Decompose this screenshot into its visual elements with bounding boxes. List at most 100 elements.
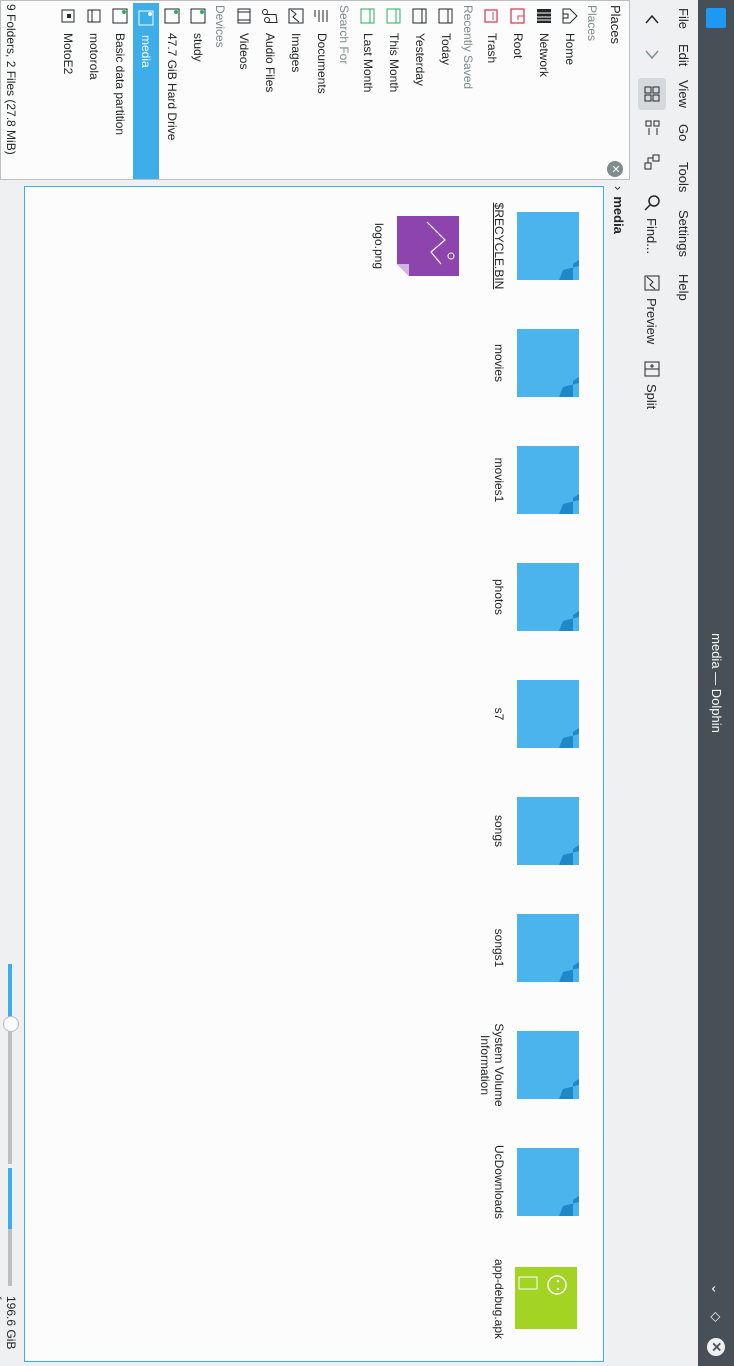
status-bar: 9 Folders, 2 Files (27.8 MiB) 196.6 GiB … (0, 0, 22, 1366)
folder-item[interactable]: movies (492, 305, 587, 421)
menu-bar: File Edit View Go Tools Settings Help (670, 0, 698, 1366)
preview-label: Preview (644, 298, 660, 345)
search-videos[interactable]: Videos (231, 1, 257, 179)
preview-button[interactable]: Preview (638, 274, 666, 344)
search-icon (644, 195, 660, 211)
place-root[interactable]: Root (505, 1, 531, 179)
recent-label: Last Month (361, 33, 375, 93)
folder-icon (517, 797, 579, 865)
breadcrumb-arrow-icon[interactable]: › (612, 186, 627, 190)
menu-tools[interactable]: Tools (676, 162, 691, 192)
image-file-item[interactable]: logo.png (372, 188, 467, 304)
split-button[interactable]: Split (638, 360, 666, 409)
recent-label: Yesterday (413, 33, 427, 86)
places-panel-title: Places (608, 5, 623, 45)
menu-settings[interactable]: Settings (676, 210, 691, 257)
place-label: Home (563, 33, 577, 66)
calendar-icon (438, 8, 453, 24)
documents-icon (314, 10, 328, 22)
file-view[interactable]: $RECYCLE.BIN movies movies1 photos s7 so… (24, 186, 604, 1362)
device-label: MotoE2 (61, 33, 75, 75)
find-button[interactable]: Find... (638, 194, 666, 254)
folder-item[interactable]: UcDownloads (492, 1124, 587, 1240)
apk-file-item[interactable]: app-debug.apk (492, 1241, 587, 1357)
device-study[interactable]: study (185, 1, 211, 179)
folder-icon (517, 212, 579, 280)
icons-view-button[interactable] (638, 78, 666, 110)
menu-edit[interactable]: Edit (676, 44, 691, 66)
device-motoe2[interactable]: MotoE2 (55, 1, 81, 179)
file-label: photos (492, 578, 506, 616)
search-group-header: Search For (337, 5, 351, 65)
menu-help[interactable]: Help (676, 274, 691, 301)
back-button[interactable] (638, 4, 666, 36)
compact-view-button[interactable] (638, 112, 666, 144)
folder-item[interactable]: photos (492, 539, 587, 655)
device-basic-data-partition[interactable]: Basic data partition (107, 1, 133, 179)
place-home[interactable]: Home (557, 1, 583, 179)
maximize-icon[interactable]: ◇ (707, 1308, 725, 1326)
menu-view[interactable]: View (676, 80, 691, 108)
recent-label: Today (439, 33, 453, 66)
forward-button[interactable] (638, 38, 666, 70)
details-view-button[interactable] (638, 146, 666, 178)
folder-item[interactable]: s7 (492, 656, 587, 772)
zoom-slider[interactable] (3, 964, 19, 1164)
file-label: UcDownloads (492, 1144, 506, 1220)
folder-item[interactable]: $RECYCLE.BIN (492, 188, 587, 304)
phone-icon (61, 9, 75, 23)
file-label: System Volume Information (478, 1023, 506, 1107)
video-icon (237, 8, 251, 24)
folder-item[interactable]: System Volume Information (478, 1007, 587, 1123)
menu-file[interactable]: File (676, 8, 691, 29)
recent-this-month[interactable]: This Month (381, 1, 407, 179)
file-label: logo.png (372, 222, 386, 270)
android-package-icon (515, 1267, 577, 1329)
device-label: study (191, 33, 205, 62)
file-label: songs (492, 814, 506, 848)
disk-space-fill (8, 1168, 12, 1230)
search-documents[interactable]: Documents (309, 1, 335, 179)
device-media[interactable]: media (133, 3, 159, 179)
search-label: Documents (315, 33, 329, 94)
close-panel-icon[interactable]: ✕ (607, 161, 623, 177)
zoom-slider-handle[interactable] (3, 1016, 19, 1032)
home-icon (562, 8, 578, 24)
place-trash[interactable]: Trash (479, 1, 505, 179)
calendar-icon (360, 8, 375, 24)
file-label: movies1 (492, 457, 506, 503)
folder-item[interactable]: movies1 (492, 422, 587, 538)
folder-icon (517, 446, 579, 514)
search-images[interactable]: Images (283, 1, 309, 179)
folder-icon (517, 1148, 579, 1216)
breadcrumb-current[interactable]: media (612, 196, 627, 234)
search-audio[interactable]: Audio Files (257, 1, 283, 179)
folder-item[interactable]: songs1 (492, 890, 587, 1006)
status-summary: 9 Folders, 2 Files (27.8 MiB) (4, 4, 18, 155)
recent-group-header: Recently Saved (461, 5, 475, 90)
menu-go[interactable]: Go (676, 124, 691, 141)
device-hard-drive[interactable]: 47.7 GiB Hard Drive (159, 1, 185, 179)
recent-yesterday[interactable]: Yesterday (407, 1, 433, 179)
calendar-icon (412, 8, 427, 24)
trash-icon (484, 9, 498, 23)
place-network[interactable]: Network (531, 1, 557, 179)
device-label: motorola (87, 33, 101, 80)
close-icon[interactable]: ✕ (707, 1338, 725, 1356)
search-label: Videos (237, 33, 251, 70)
folder-icon (517, 914, 579, 982)
audio-icon (262, 9, 278, 23)
main-toolbar: Find... Preview Split (634, 0, 670, 1366)
minimize-icon[interactable]: ⌄ (707, 1280, 725, 1298)
zoom-slider-fill (8, 964, 12, 1024)
recent-today[interactable]: Today (433, 1, 459, 179)
recent-last-month[interactable]: Last Month (355, 1, 381, 179)
file-label: songs1 (492, 928, 506, 968)
title-bar: media — Dolphin ⌄ ◇ ✕ (698, 0, 734, 1366)
file-label: movies (492, 343, 506, 382)
folder-item[interactable]: songs (492, 773, 587, 889)
free-space-label: 196.6 GiB free (0, 1296, 18, 1350)
phone-icon (87, 9, 101, 23)
device-motorola[interactable]: motorola (81, 1, 107, 179)
file-label: $RECYCLE.BIN (492, 202, 506, 290)
